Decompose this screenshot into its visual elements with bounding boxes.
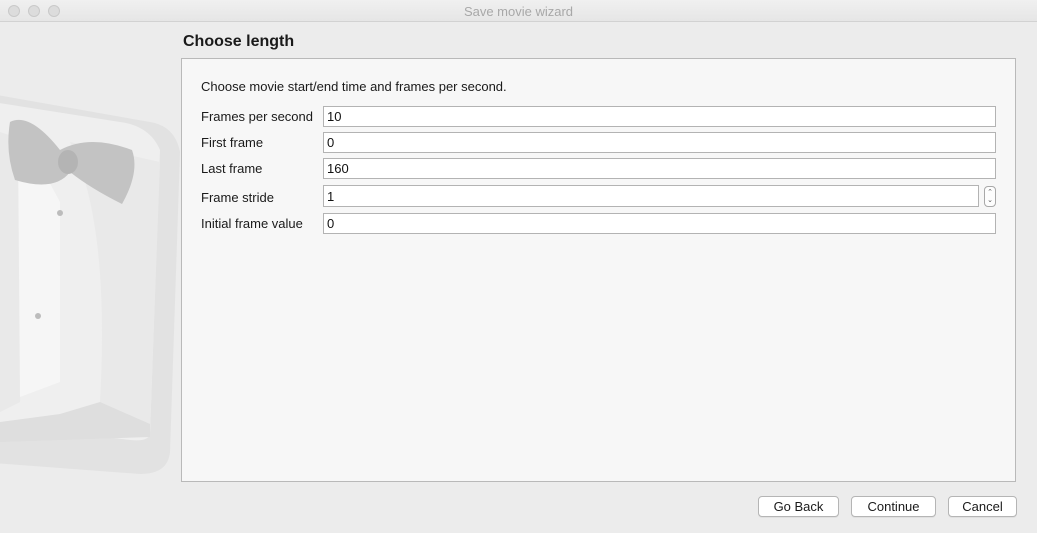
fps-row: Frames per second	[201, 106, 997, 128]
last-frame-row: Last frame	[201, 158, 997, 180]
frame-stride-label: Frame stride	[201, 190, 274, 205]
first-frame-row: First frame	[201, 132, 997, 154]
wizard-content-panel: Choose movie start/end time and frames p…	[181, 58, 1016, 482]
frame-stride-input[interactable]	[323, 185, 979, 207]
first-frame-label: First frame	[201, 135, 264, 150]
title-bar: Save movie wizard	[0, 0, 1037, 22]
last-frame-label: Last frame	[201, 161, 263, 176]
first-frame-input[interactable]	[323, 132, 996, 153]
continue-button[interactable]: Continue	[851, 496, 936, 517]
initial-frame-value-row: Initial frame value	[201, 213, 997, 235]
instructions-text: Choose movie start/end time and frames p…	[201, 79, 507, 94]
fps-label: Frames per second	[201, 109, 313, 124]
chevron-up-icon[interactable]: ⌃	[987, 189, 993, 197]
go-back-button[interactable]: Go Back	[758, 496, 839, 517]
frame-stride-row: Frame stride ⌃ ⌄	[201, 185, 997, 207]
window-title: Save movie wizard	[463, 4, 574, 19]
fps-input[interactable]	[323, 106, 996, 127]
tuxedo-watermark-image	[0, 22, 210, 533]
last-frame-input[interactable]	[323, 158, 996, 179]
initial-frame-value-input[interactable]	[323, 213, 996, 234]
frame-stride-stepper[interactable]: ⌃ ⌄	[984, 186, 996, 207]
cancel-button[interactable]: Cancel	[948, 496, 1017, 517]
page-title: Choose length	[183, 33, 295, 50]
initial-frame-value-label: Initial frame value	[201, 216, 303, 231]
chevron-down-icon[interactable]: ⌄	[987, 197, 993, 205]
